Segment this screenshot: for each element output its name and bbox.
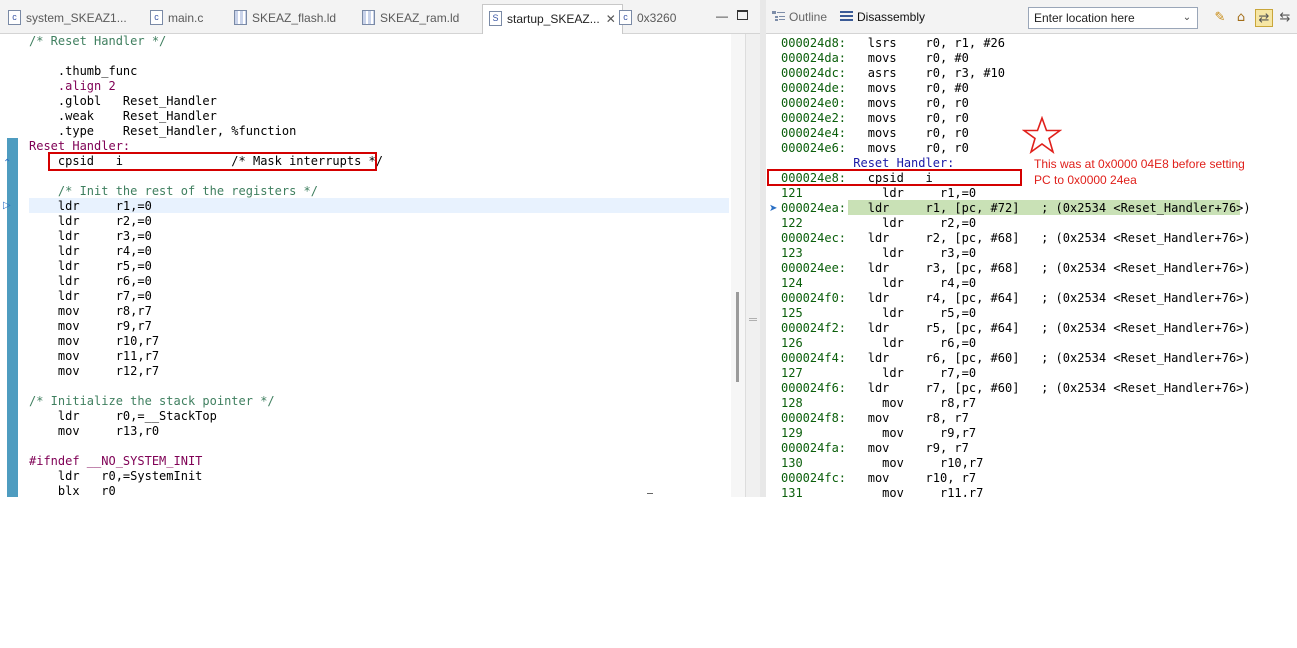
code-line: ldr r7,=0 (29, 289, 152, 303)
disassembly-row: 000024dc: asrs r0, r3, #10 (781, 66, 1005, 80)
disassembly-row: 000024e2: movs r0, r0 (781, 111, 969, 125)
code-line: .thumb_func (29, 64, 138, 78)
tab-main-c[interactable]: c main.c (150, 6, 203, 30)
source-line-row: 130 mov r10,r7 (781, 456, 984, 470)
disassembly-pane: Outline Disassembly Enter location here … (766, 0, 1297, 497)
disassembly-row: 000024fa: mov r9, r7 (781, 441, 969, 455)
disassembly-row: 000024ec: ldr r2, [pc, #68] ; (0x2534 <R… (781, 231, 1251, 245)
tab-startup-skeaz[interactable]: Sstartup_SKEAZ... ✕ (482, 4, 623, 34)
location-input[interactable]: Enter location here (1028, 7, 1198, 29)
disassembly-row: 000024de: movs r0, #0 (781, 81, 969, 95)
go-to-address-icon[interactable]: ✎ (1211, 9, 1229, 27)
tab-system-skeaz[interactable]: c system_SKEAZ1... (8, 6, 127, 30)
source-code[interactable]: /* Reset Handler */ .thumb_func .align 2… (29, 34, 729, 497)
tab-outline[interactable]: Outline (772, 10, 827, 24)
code-line: mov r11,r7 (29, 349, 160, 363)
view-tab-bar: Outline Disassembly Enter location here … (766, 0, 1297, 34)
close-icon[interactable]: ✕ (606, 12, 616, 26)
instruction-pointer-icon: ▷ (3, 200, 11, 211)
code-line: mov r13,r0 (29, 424, 160, 438)
tab-skeaz-flash-ld[interactable]: SKEAZ_flash.ld (234, 6, 336, 30)
change-ruler (7, 138, 18, 497)
editor-scroll-thumb[interactable] (736, 292, 739, 382)
code-line: mov r12,r7 (29, 364, 160, 378)
disassembly-row: 000024ee: ldr r3, [pc, #68] ; (0x2534 <R… (781, 261, 1251, 275)
linker-file-icon (234, 10, 247, 26)
tab-disassembly[interactable]: Disassembly (840, 10, 925, 24)
overview-ruler (745, 34, 760, 497)
source-line-row: 128 mov r8,r7 (781, 396, 977, 410)
disassembly-row: 000024fc: mov r10, r7 (781, 471, 977, 485)
code-line: /* Init the rest of the registers */ (29, 184, 318, 198)
code-line: mov r10,r7 (29, 334, 160, 348)
code-line: ldr r0,=__StackTop (29, 409, 217, 423)
source-line-row: 121 ldr r1,=0 (781, 186, 977, 200)
code-line: ldr r3,=0 (29, 229, 152, 243)
link-with-editor-icon[interactable]: ⇄ (1255, 9, 1273, 27)
linker-file-icon (362, 10, 375, 26)
disassembly-row: 000024f2: ldr r5, [pc, #64] ; (0x2534 <R… (781, 321, 1251, 335)
code-line: ldr r4,=0 (29, 244, 152, 258)
code-line: ldr r0,=SystemInit (29, 469, 203, 483)
home-icon[interactable]: ⌂ (1232, 9, 1250, 27)
code-line: #ifndef __NO_SYSTEM_INIT (29, 454, 203, 468)
disassembly-row: 000024e0: movs r0, r0 (781, 96, 969, 110)
disassembly-row: 000024d8: lsrs r0, r1, #26 (781, 36, 1005, 50)
source-line-row: 123 ldr r3,=0 (781, 246, 977, 260)
code-line: ldr r6,=0 (29, 274, 152, 288)
s-file-icon: S (489, 11, 502, 27)
source-line-row: 122 ldr r2,=0 (781, 216, 977, 230)
source-line-row: 131 mov r11,r7 (781, 486, 984, 497)
source-line-row: 127 ldr r7,=0 (781, 366, 977, 380)
disassembly-row: 000024f4: ldr r6, [pc, #60] ; (0x2534 <R… (781, 351, 1251, 365)
code-line: ldr r2,=0 (29, 214, 152, 228)
source-line-row: 126 ldr r6,=0 (781, 336, 977, 350)
code-line: /* Reset Handler */ (29, 34, 167, 48)
code-line: .type Reset_Handler, %function (29, 124, 297, 138)
code-line: ldr r5,=0 (29, 259, 152, 273)
disassembly-row: 000024f6: ldr r7, [pc, #60] ; (0x2534 <R… (781, 381, 1251, 395)
editor-scrollbar[interactable] (731, 34, 745, 497)
code-line: .globl Reset_Handler (29, 94, 217, 108)
editor-tab-bar: c system_SKEAZ1... c main.c SKEAZ_flash.ld… (0, 0, 760, 34)
c-file-icon: c (619, 10, 632, 26)
divider-mark (647, 493, 653, 494)
outline-icon (772, 11, 785, 22)
code-line: .align 2 (29, 79, 116, 93)
c-file-icon: c (150, 10, 163, 26)
disassembly-row: 000024da: movs r0, #0 (781, 51, 969, 65)
disassembly-row: 000024f8: mov r8, r7 (781, 411, 969, 425)
code-line: blx r0 (29, 484, 116, 497)
tab-0x3260[interactable]: c 0x3260 (619, 6, 676, 30)
minimize-icon[interactable]: — (716, 9, 728, 23)
code-line: mov r9,r7 (29, 319, 152, 333)
maximize-icon[interactable] (737, 10, 748, 20)
source-line-row: 125 ldr r5,=0 (781, 306, 977, 320)
code-line: .weak Reset_Handler (29, 109, 217, 123)
annotation-box-source (48, 152, 377, 171)
code-line: mov r8,r7 (29, 304, 152, 318)
disassembly-row: 000024f0: ldr r4, [pc, #64] ; (0x2534 <R… (781, 291, 1251, 305)
code-line: /* Initialize the stack pointer */ (29, 394, 275, 408)
disassembly-row: 000024ea: ldr r1, [pc, #72] ; (0x2534 <R… (781, 201, 1251, 215)
chevron-down-icon[interactable]: ⌄ (1178, 8, 1196, 28)
disassembly-listing[interactable]: 000024d8: lsrs r0, r1, #26 000024da: mov… (781, 34, 1297, 497)
disassembly-row: 000024e6: movs r0, r0 (781, 141, 969, 155)
annotation-box-disassembly (767, 169, 1022, 186)
sync-icon[interactable]: ⇆ (1276, 9, 1294, 27)
ruler-marker (749, 318, 757, 321)
disassembly-icon (840, 11, 853, 22)
disassembly-row: 000024e4: movs r0, r0 (781, 126, 969, 140)
tab-skeaz-ram-ld[interactable]: SKEAZ_ram.ld (362, 6, 459, 30)
source-editor-pane: c system_SKEAZ1... c main.c SKEAZ_flash.ld… (0, 0, 760, 497)
program-counter-icon: ➤ (769, 203, 778, 214)
c-file-icon: c (8, 10, 21, 26)
source-line-row: 129 mov r9,r7 (781, 426, 977, 440)
source-line-row: 124 ldr r4,=0 (781, 276, 977, 290)
fold-icon[interactable]: ⌃ (3, 158, 11, 169)
star-icon (1022, 116, 1062, 155)
code-line: ldr r1,=0 (29, 199, 152, 213)
annotation-note: This was at 0x0000 04E8 before setting P… (1034, 157, 1245, 187)
